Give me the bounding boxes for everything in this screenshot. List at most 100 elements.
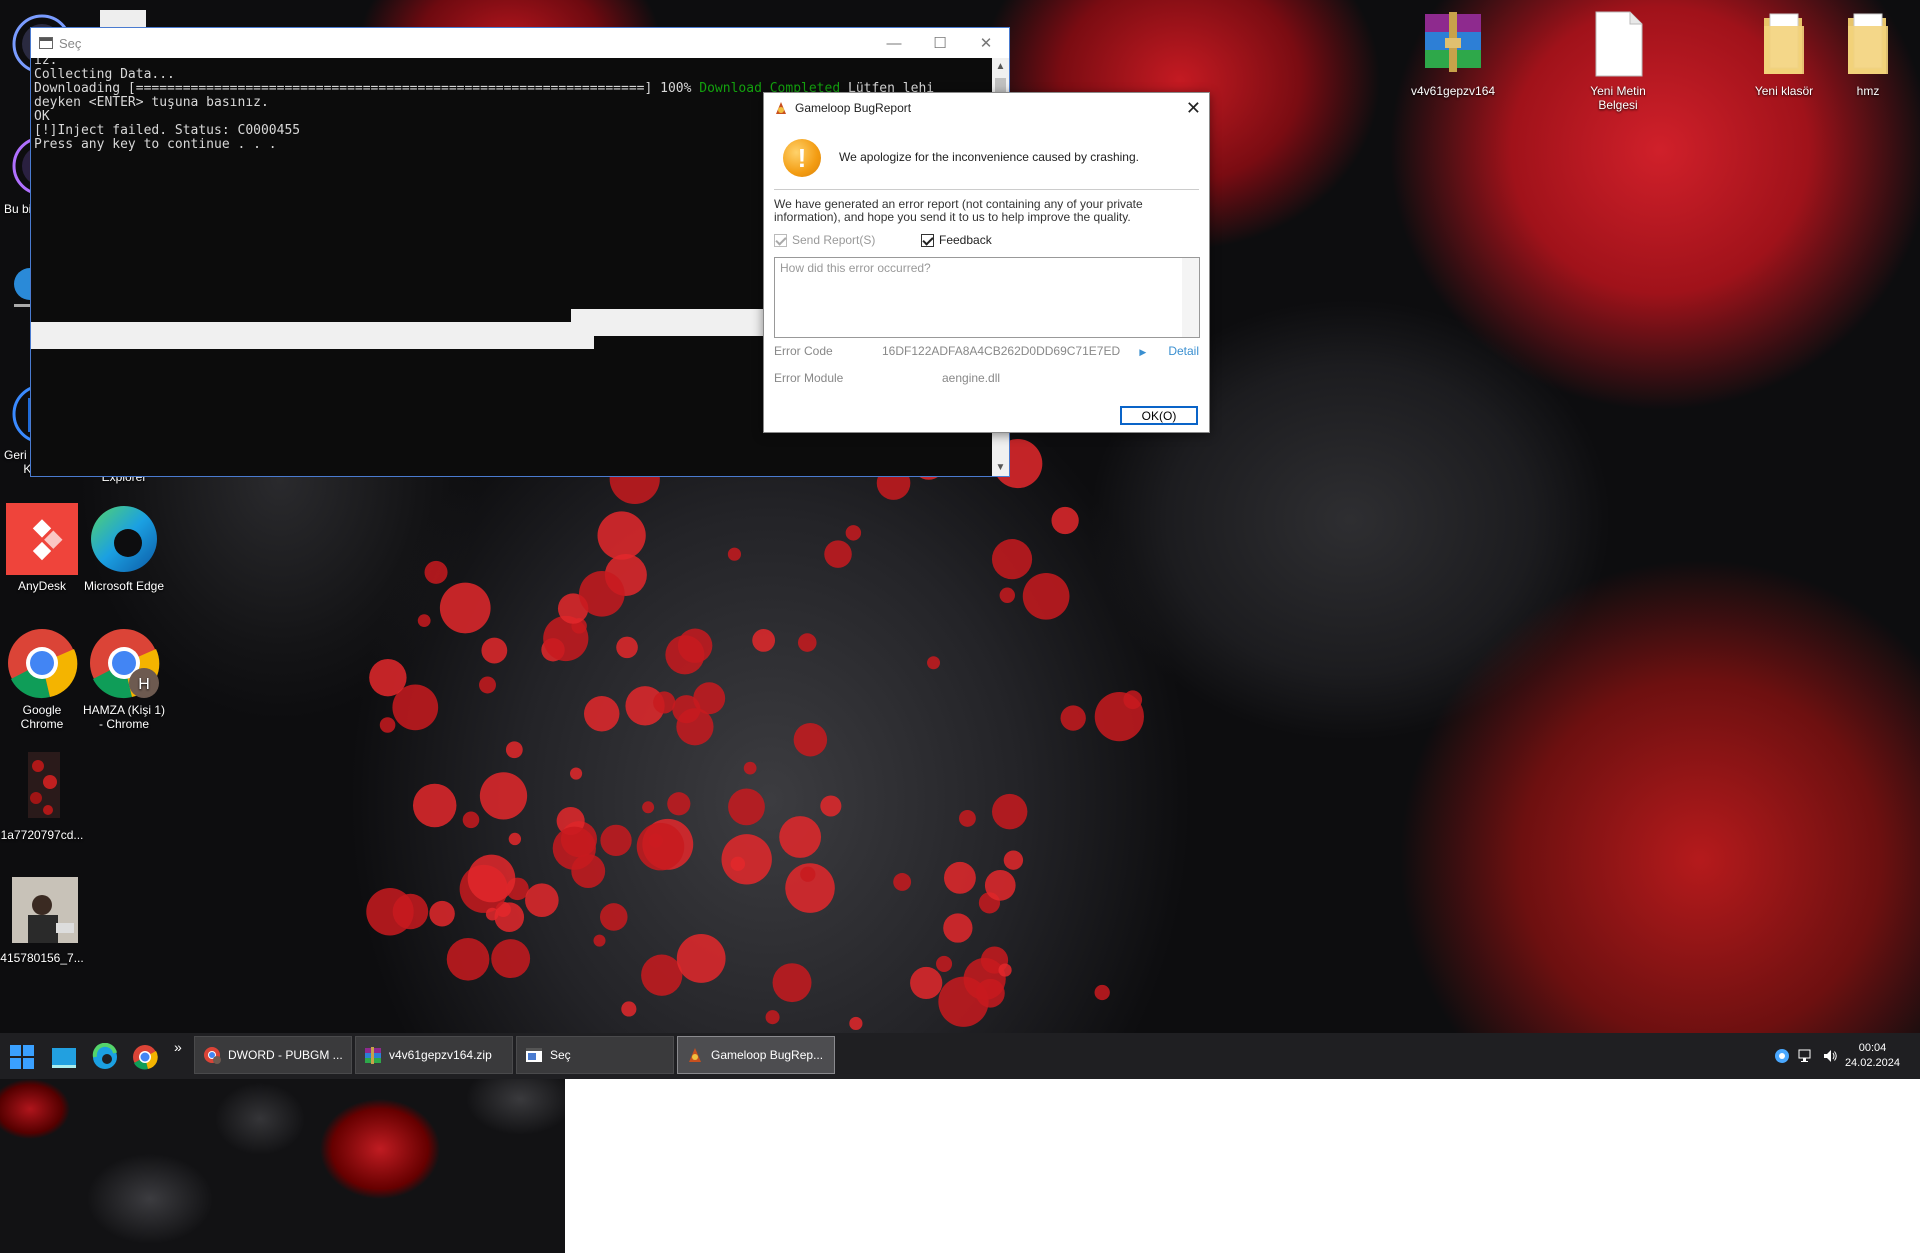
wallpaper-dot <box>730 856 746 872</box>
gameloop-tray-icon[interactable] <box>1774 1048 1790 1064</box>
edge-icon[interactable] <box>91 1043 119 1071</box>
taskbar-item-dword[interactable]: DWORD - PUBGM ... <box>194 1036 352 1074</box>
desktop-icon-label: v4v61gepzv164 <box>1411 84 1496 98</box>
folder-icon <box>1748 8 1820 80</box>
wallpaper-dot <box>439 582 491 634</box>
wallpaper-dot <box>845 525 862 541</box>
wallpaper-dot <box>1003 850 1024 870</box>
wallpaper-dot <box>641 954 683 996</box>
bugreport-dialog[interactable]: Gameloop BugReport ✕ ! We apologize for … <box>763 92 1210 433</box>
wallpaper-dot <box>462 811 480 829</box>
warning-icon: ! <box>783 139 821 177</box>
winrar-archive-icon <box>1417 8 1489 80</box>
wallpaper-dot <box>1022 572 1070 620</box>
wallpaper-dot <box>743 761 757 775</box>
wallpaper-dot <box>779 816 822 858</box>
wallpaper-dot <box>424 560 448 584</box>
desktop-icon-image-file[interactable]: 1a7720797cd... <box>0 752 84 842</box>
maximize-button[interactable]: ☐ <box>917 28 963 58</box>
selection-block <box>31 322 596 336</box>
chrome-profile-icon <box>204 1047 221 1064</box>
dialog-titlebar[interactable]: Gameloop BugReport ✕ <box>764 93 1209 123</box>
close-button[interactable]: ✕ <box>963 28 1009 58</box>
chrome-icon <box>6 627 78 699</box>
wallpaper-dot <box>910 966 943 1000</box>
wallpaper-dot <box>958 809 976 827</box>
checkbox-checked-icon <box>921 233 934 247</box>
wallpaper-dot <box>525 883 559 918</box>
wallpaper-dot <box>584 696 620 732</box>
scroll-up-icon[interactable]: ▲ <box>992 58 1009 75</box>
wallpaper-dot <box>849 1016 863 1031</box>
wallpaper-dot <box>721 834 772 885</box>
wallpaper-dot <box>824 540 852 568</box>
error-code-label: Error Code <box>774 344 833 358</box>
desktop-icon-folder-hmz[interactable]: hmz <box>1826 8 1910 98</box>
volume-icon[interactable] <box>1822 1048 1838 1064</box>
desktop-icon-edge[interactable]: Microsoft Edge <box>82 503 166 593</box>
wallpaper-dot <box>429 900 455 927</box>
wallpaper-dot <box>597 511 646 560</box>
desktop-icon-folder-yeni-klasor[interactable]: Yeni klasör <box>1742 8 1826 98</box>
taskbar-item-label: DWORD - PUBGM ... <box>228 1048 343 1062</box>
network-icon[interactable] <box>1798 1048 1814 1064</box>
feedback-label: Feedback <box>939 233 992 247</box>
taskbar-item-zip[interactable]: v4v61gepzv164.zip <box>355 1036 513 1074</box>
console-titlebar[interactable]: Seç — ☐ ✕ <box>31 28 1009 58</box>
ok-button[interactable]: OK(O) <box>1120 406 1198 425</box>
wallpaper-dot <box>621 1001 637 1017</box>
taskbar-item-bugreport[interactable]: Gameloop BugRep... <box>677 1036 835 1074</box>
send-report-checkbox[interactable]: Send Report(S) <box>774 233 875 247</box>
close-icon[interactable]: ✕ <box>1186 98 1201 119</box>
desktop-icon-photo-file[interactable]: 415780156_7... <box>0 875 84 965</box>
desktop-icon-chrome-profile[interactable]: H HAMZA (Kişi 1) - Chrome <box>82 627 166 731</box>
wallpaper-dot <box>1051 506 1079 535</box>
feedback-input[interactable] <box>774 257 1200 338</box>
clock[interactable]: 00:04 24.02.2024 <box>1845 1041 1900 1071</box>
wallpaper-dot <box>505 741 523 759</box>
image-file-icon <box>6 752 78 824</box>
explorer-icon[interactable] <box>50 1043 78 1071</box>
taskbar: » DWORD - PUBGM ... v4v61gepzv164.zip Se… <box>0 1033 1920 1079</box>
detail-label: Detail <box>1168 344 1199 358</box>
wallpaper-dot <box>366 888 414 936</box>
wallpaper-dot <box>417 614 431 628</box>
scroll-down-icon[interactable]: ▼ <box>992 459 1009 476</box>
taskbar-item-console[interactable]: Seç <box>516 1036 674 1074</box>
desktop-icon-winrar-archive[interactable]: v4v61gepzv164 <box>1411 8 1495 98</box>
desktop-icon-label: Yeni klasör <box>1754 84 1814 98</box>
detail-link[interactable]: ▶ Detail <box>1139 344 1199 358</box>
minimize-button[interactable]: — <box>871 28 917 58</box>
wallpaper-dot <box>491 939 531 979</box>
wallpaper-dot <box>991 539 1033 580</box>
overflow-chevron-icon[interactable]: » <box>174 1039 182 1055</box>
wallpaper-dot <box>379 717 396 733</box>
desktop-icon-label: hmz <box>1856 84 1880 98</box>
wallpaper-dot <box>943 913 973 943</box>
wallpaper-dot <box>479 772 528 820</box>
error-module-label: Error Module <box>774 371 844 385</box>
start-icon[interactable] <box>8 1043 36 1071</box>
wallpaper-dot <box>984 870 1016 901</box>
desktop-icon-label: HAMZA (Kişi 1) - Chrome <box>82 703 165 731</box>
chrome-profile-icon: H <box>88 627 160 699</box>
desktop-icon-chrome[interactable]: Google Chrome <box>0 627 84 731</box>
desktop-icon-anydesk[interactable]: AnyDesk <box>0 503 84 593</box>
wallpaper-dot <box>936 955 953 972</box>
console-line: Collecting Data... <box>34 67 175 82</box>
console-title: Seç <box>59 35 82 51</box>
desktop-icon-label: Google Chrome <box>20 703 64 731</box>
feedback-scrollbar[interactable] <box>1182 258 1199 337</box>
wallpaper-dot <box>569 767 583 780</box>
selection-block <box>31 336 594 349</box>
desktop-icon-label: Microsoft Edge <box>83 579 165 593</box>
winrar-archive-icon <box>365 1047 381 1064</box>
clock-date: 24.02.2024 <box>1844 1057 1900 1069</box>
desktop-icon-text-document[interactable]: Yeni Metin Belgesi <box>1576 8 1660 112</box>
chrome-icon[interactable] <box>131 1043 159 1071</box>
text-document-icon <box>1582 8 1654 80</box>
wallpaper-dot <box>593 934 606 947</box>
feedback-checkbox[interactable]: Feedback <box>921 233 992 247</box>
wallpaper-dot <box>999 587 1015 603</box>
error-code-value: 16DF122ADFA8A4CB262D0DD69C71E7ED <box>882 344 1121 358</box>
